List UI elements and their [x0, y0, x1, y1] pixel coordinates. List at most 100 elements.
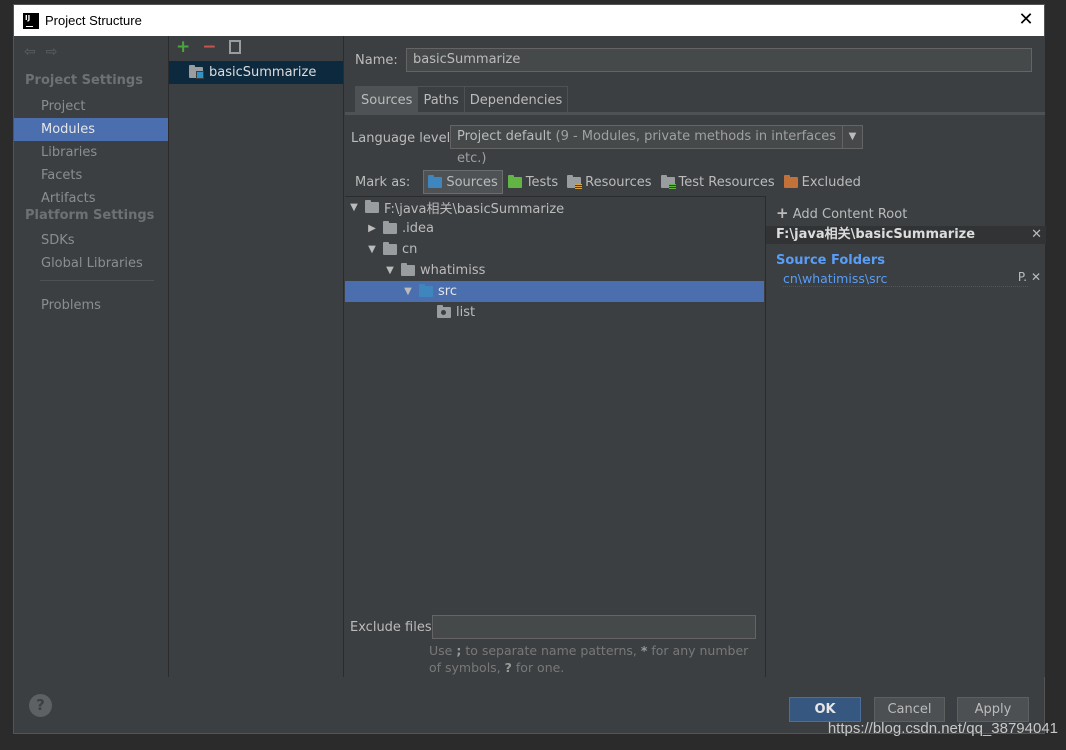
title-bar: IJ Project Structure ✕	[14, 5, 1044, 36]
source-folders-title: Source Folders	[776, 253, 886, 268]
folder-icon	[365, 200, 379, 213]
nav-divider	[40, 280, 154, 281]
expanded-arrow-icon[interactable]: ▼	[365, 244, 379, 255]
nav-item-global-libraries[interactable]: Global Libraries	[14, 252, 168, 275]
language-level-label: Language level:	[351, 131, 455, 146]
expanded-arrow-icon[interactable]: ▼	[383, 265, 397, 276]
tree-row-root[interactable]: ▼ F:\java相关\basicSummarize	[345, 197, 764, 218]
source-folder-tools: P. ✕	[1018, 270, 1041, 284]
mark-excluded-button[interactable]: Excluded	[780, 170, 865, 194]
tree-row-src[interactable]: ▼ src	[345, 281, 764, 302]
tab-dependencies[interactable]: Dependencies	[463, 86, 569, 112]
hint-text: Use	[429, 643, 453, 658]
tree-row-whatimiss[interactable]: ▼ whatimiss	[345, 260, 764, 281]
back-arrow-icon[interactable]: ⇦	[24, 44, 36, 60]
mark-tests-button[interactable]: Tests	[504, 170, 562, 194]
add-content-root-label: Add Content Root	[792, 207, 908, 222]
module-settings: Name: basicSummarize Sources Paths Depen…	[345, 36, 1046, 677]
cancel-button[interactable]: Cancel	[874, 697, 945, 722]
nav-item-facets[interactable]: Facets	[14, 164, 168, 187]
mark-resources-button[interactable]: Resources	[563, 170, 655, 194]
module-item-label: basicSummarize	[209, 65, 317, 80]
language-level-select[interactable]: Project default (9 - Modules, private me…	[450, 125, 863, 166]
ok-button[interactable]: OK	[789, 697, 861, 722]
excluded-folder-icon	[783, 174, 798, 188]
remove-source-close-icon[interactable]: ✕	[1031, 270, 1041, 284]
sources-folder-icon	[428, 174, 443, 188]
mark-as-label: Mark as:	[355, 174, 411, 190]
language-level-value: Project default	[457, 129, 552, 144]
nav-item-libraries[interactable]: Libraries	[14, 141, 168, 164]
nav-section-project-settings: Project Settings	[25, 73, 143, 88]
forward-arrow-icon[interactable]: ⇨	[46, 44, 58, 60]
mark-as-toolbar: Mark as: Sources Tests Resources Test Re…	[355, 170, 866, 194]
mark-sources-button[interactable]: Sources	[423, 170, 503, 194]
plus-icon: +	[776, 204, 789, 222]
tree-row-label: F:\java相关\basicSummarize	[384, 202, 565, 217]
mark-resources-label: Resources	[585, 174, 652, 190]
content-root-path: F:\java相关\basicSummarize	[776, 227, 976, 242]
tests-folder-icon	[507, 174, 522, 188]
tree-row-list[interactable]: list	[345, 302, 764, 323]
sources-folder-icon	[419, 284, 433, 297]
expanded-arrow-icon[interactable]: ▼	[347, 202, 361, 213]
exclude-files-hint: Use ; to separate name patterns, * for a…	[429, 642, 759, 676]
exclude-files-label: Exclude files:	[350, 620, 437, 635]
nav-item-problems[interactable]: Problems	[14, 294, 168, 317]
hint-text: to separate name patterns,	[465, 643, 637, 658]
remove-icon[interactable]: −	[202, 39, 216, 56]
expanded-arrow-icon[interactable]: ▼	[401, 286, 415, 297]
hint-symbol: ;	[456, 643, 462, 658]
folder-icon	[383, 221, 397, 234]
mark-test-resources-label: Test Resources	[678, 174, 775, 190]
mark-tests-label: Tests	[525, 174, 559, 190]
tree-row-label: whatimiss	[420, 263, 486, 278]
nav-history-arrows: ⇦ ⇨	[24, 44, 57, 60]
tab-underline	[345, 112, 1045, 115]
chevron-down-icon[interactable]: ▼	[842, 126, 862, 148]
hint-symbol: ?	[504, 660, 512, 675]
tree-row-idea[interactable]: ▶ .idea	[345, 218, 764, 239]
module-name-input[interactable]: basicSummarize	[406, 48, 1032, 72]
tab-sources[interactable]: Sources	[355, 86, 419, 112]
intellij-app-icon: IJ	[23, 12, 39, 29]
project-structure-dialog: IJ Project Structure ✕ ⇦ ⇨ Project Setti…	[13, 4, 1046, 734]
apply-button[interactable]: Apply	[957, 697, 1029, 722]
watermark-url: https://blog.csdn.net/qq_38794041	[827, 720, 1058, 737]
nav-item-project[interactable]: Project	[14, 95, 168, 118]
folder-icon	[383, 242, 397, 255]
properties-icon[interactable]: P.	[1018, 270, 1027, 284]
hint-text: for one.	[515, 660, 565, 675]
nav-item-modules[interactable]: Modules	[14, 118, 168, 141]
help-icon[interactable]: ?	[29, 694, 52, 717]
nav-item-artifacts[interactable]: Artifacts	[14, 187, 168, 210]
package-folder-icon	[437, 305, 451, 318]
close-icon[interactable]: ✕	[1016, 10, 1036, 30]
test-resources-folder-icon	[660, 174, 676, 189]
mark-sources-label: Sources	[446, 174, 498, 190]
module-tabs: Sources Paths Dependencies	[355, 86, 569, 112]
collapsed-arrow-icon[interactable]: ▶	[365, 223, 379, 234]
tab-paths[interactable]: Paths	[417, 86, 465, 112]
resources-folder-icon	[567, 174, 583, 189]
folder-icon	[401, 263, 415, 276]
mark-test-resources-button[interactable]: Test Resources	[657, 170, 779, 194]
module-item[interactable]: basicSummarize	[169, 61, 343, 84]
folder-tree: ▼ F:\java相关\basicSummarize ▶ .idea ▼ cn …	[345, 196, 765, 606]
nav-item-sdks[interactable]: SDKs	[14, 229, 168, 252]
copy-icon[interactable]	[228, 40, 241, 54]
source-folder-item[interactable]: cn\whatimiss\src	[783, 271, 1028, 287]
remove-root-close-icon[interactable]: ✕	[1031, 226, 1042, 244]
tree-row-cn[interactable]: ▼ cn	[345, 239, 764, 260]
exclude-files-input[interactable]	[432, 615, 756, 639]
hint-symbol: *	[640, 643, 648, 658]
module-folder-icon	[189, 65, 204, 79]
name-label: Name:	[355, 53, 398, 68]
add-icon[interactable]: +	[176, 39, 190, 56]
add-content-root-button[interactable]: + Add Content Root	[776, 204, 907, 222]
tree-row-label: list	[456, 305, 476, 320]
tree-row-label: src	[438, 284, 457, 299]
settings-nav: ⇦ ⇨ Project Settings Project Modules Lib…	[14, 36, 169, 677]
tree-row-label: cn	[402, 242, 418, 257]
mark-excluded-label: Excluded	[801, 174, 861, 190]
